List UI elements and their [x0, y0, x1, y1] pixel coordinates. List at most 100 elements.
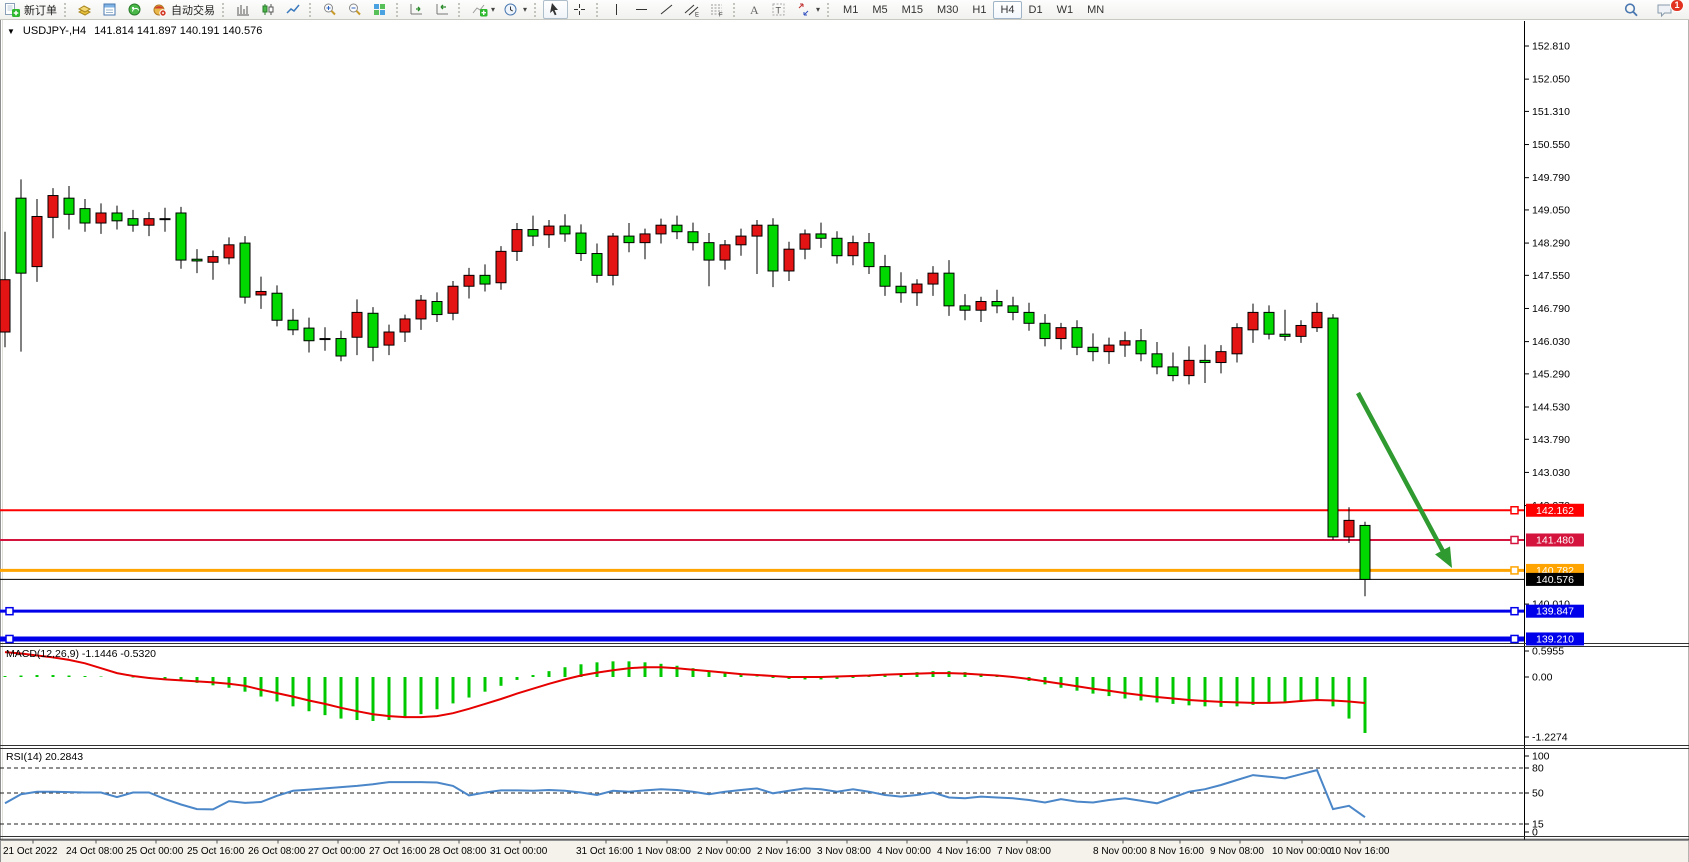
candle[interactable]: [848, 243, 858, 256]
candle[interactable]: [1088, 347, 1098, 351]
candle[interactable]: [1312, 312, 1322, 327]
candle[interactable]: [1024, 312, 1034, 323]
cursor-button[interactable]: [543, 0, 568, 19]
candle[interactable]: [832, 238, 842, 255]
candle[interactable]: [1328, 318, 1338, 537]
chart-canvas[interactable]: 152.810152.050151.310150.550149.790149.0…: [0, 0, 1689, 862]
crosshair-button[interactable]: [568, 0, 593, 19]
candle[interactable]: [736, 236, 746, 245]
chart-shift-button[interactable]: [430, 0, 455, 19]
candle[interactable]: [640, 234, 650, 243]
periods-button[interactable]: ▾: [499, 0, 531, 19]
candle[interactable]: [720, 245, 730, 260]
timeframe-mn-button[interactable]: MN: [1080, 1, 1111, 19]
vertical-line-button[interactable]: [605, 0, 630, 19]
candle[interactable]: [624, 236, 634, 243]
hline-handle[interactable]: [1511, 635, 1518, 642]
candle[interactable]: [160, 219, 170, 220]
candle[interactable]: [368, 313, 378, 347]
candle[interactable]: [240, 243, 250, 297]
candle[interactable]: [128, 219, 138, 226]
candle[interactable]: [768, 225, 778, 271]
horizontal-line-button[interactable]: [630, 0, 655, 19]
auto-scroll-button[interactable]: [405, 0, 430, 19]
candle[interactable]: [48, 196, 58, 218]
candle[interactable]: [912, 284, 922, 293]
market-watch-button[interactable]: [98, 0, 123, 19]
zoom-out-button[interactable]: [343, 0, 368, 19]
indicators-button[interactable]: ▾: [467, 0, 499, 19]
candle[interactable]: [576, 233, 586, 253]
text-button[interactable]: A: [742, 0, 767, 19]
fibonacci-button[interactable]: F: [705, 0, 730, 19]
new-order-button[interactable]: 新订单: [0, 0, 61, 19]
candle[interactable]: [64, 198, 74, 214]
hline-handle[interactable]: [1511, 567, 1518, 574]
timeframe-m1-button[interactable]: M1: [836, 1, 865, 19]
candle[interactable]: [784, 249, 794, 271]
bar-chart-button[interactable]: [231, 0, 256, 19]
candle[interactable]: [1040, 323, 1050, 338]
candle[interactable]: [800, 234, 810, 249]
auto-trading-button[interactable]: 自动交易: [148, 0, 219, 19]
hline-handle[interactable]: [6, 608, 13, 615]
profiles-button[interactable]: [73, 0, 98, 19]
candle[interactable]: [528, 230, 538, 237]
candle[interactable]: [416, 300, 426, 319]
candle[interactable]: [1056, 328, 1066, 339]
candle[interactable]: [928, 273, 938, 284]
candle[interactable]: [976, 301, 986, 310]
timeframe-m30-button[interactable]: M30: [930, 1, 965, 19]
candle[interactable]: [704, 243, 714, 260]
candle[interactable]: [272, 293, 282, 320]
equidistant-channel-button[interactable]: E: [680, 0, 705, 19]
zoom-in-button[interactable]: [318, 0, 343, 19]
candle[interactable]: [384, 332, 394, 345]
candle[interactable]: [656, 225, 666, 234]
candle[interactable]: [448, 286, 458, 313]
candle[interactable]: [32, 216, 42, 266]
timeframe-h1-button[interactable]: H1: [965, 1, 993, 19]
candle[interactable]: [1264, 312, 1274, 334]
arrows-button[interactable]: ▾: [792, 0, 824, 19]
hline-handle[interactable]: [1511, 608, 1518, 615]
text-label-button[interactable]: T: [767, 0, 792, 19]
candle[interactable]: [208, 257, 218, 263]
candle[interactable]: [1280, 334, 1290, 336]
candle[interactable]: [288, 320, 298, 330]
candle[interactable]: [1360, 525, 1370, 579]
candle[interactable]: [176, 213, 186, 260]
candle[interactable]: [752, 225, 762, 236]
candle[interactable]: [1136, 341, 1146, 354]
tile-windows-button[interactable]: [368, 0, 393, 19]
candle[interactable]: [256, 291, 266, 294]
candle[interactable]: [864, 243, 874, 267]
candle[interactable]: [1104, 345, 1114, 352]
candle[interactable]: [1296, 325, 1306, 336]
chevron-down-icon[interactable]: ▾: [523, 5, 527, 14]
candle[interactable]: [560, 226, 570, 234]
candle[interactable]: [400, 319, 410, 332]
candle[interactable]: [320, 339, 330, 340]
candle[interactable]: [896, 286, 906, 293]
candle[interactable]: [112, 213, 122, 221]
trendline-button[interactable]: [655, 0, 680, 19]
candle[interactable]: [480, 275, 490, 284]
candle[interactable]: [544, 226, 554, 235]
candle[interactable]: [672, 225, 682, 232]
search-button[interactable]: [1619, 0, 1644, 19]
candle[interactable]: [1232, 328, 1242, 354]
candle[interactable]: [16, 198, 26, 273]
timeframe-h4-button[interactable]: H4: [993, 1, 1021, 19]
candle[interactable]: [960, 306, 970, 310]
candle[interactable]: [1248, 312, 1258, 329]
timeframe-w1-button[interactable]: W1: [1050, 1, 1081, 19]
timeframe-m5-button[interactable]: M5: [865, 1, 894, 19]
candle[interactable]: [1344, 520, 1354, 537]
candle[interactable]: [80, 209, 90, 223]
candle[interactable]: [0, 280, 10, 332]
candle[interactable]: [464, 275, 474, 286]
signals-button[interactable]: [123, 0, 148, 19]
candle[interactable]: [304, 328, 314, 341]
candle[interactable]: [96, 213, 106, 223]
